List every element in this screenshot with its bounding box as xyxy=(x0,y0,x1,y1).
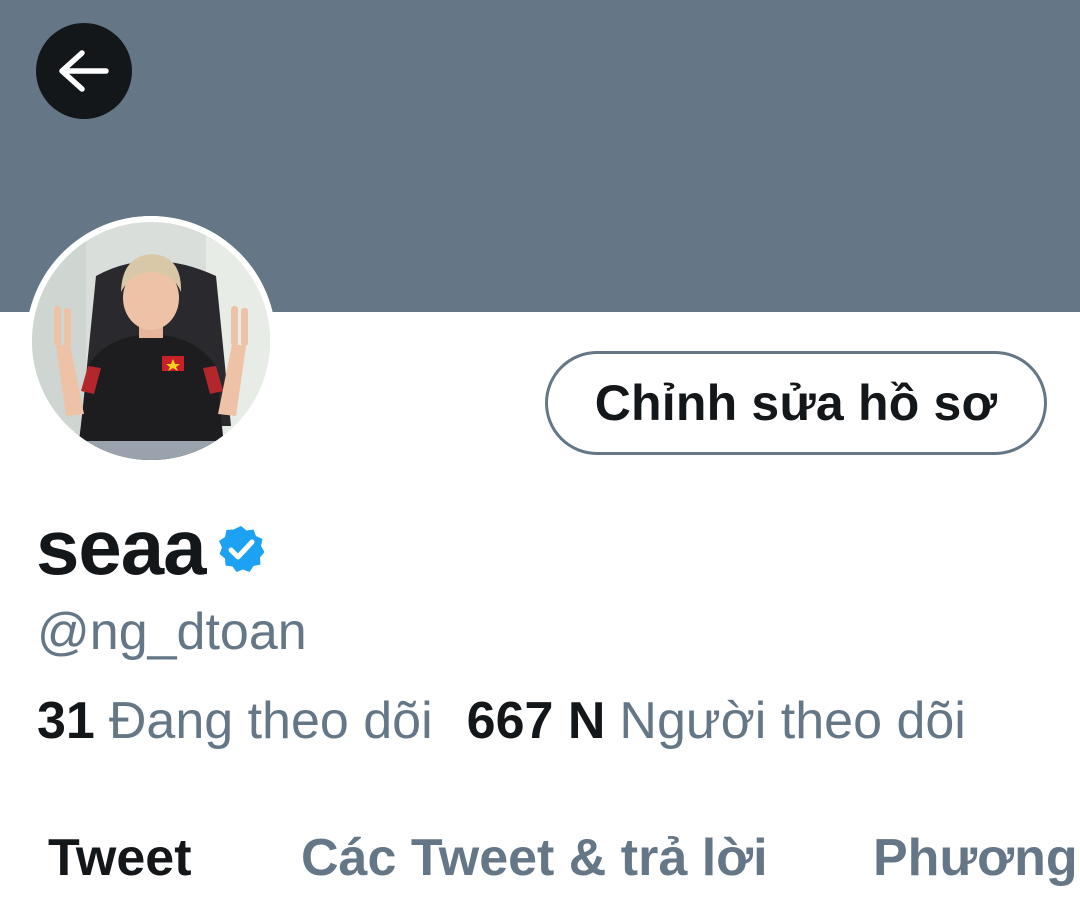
followers-count: 667 N xyxy=(466,692,606,750)
follow-stats: 31 Đang theo dõi 667 N Người theo dõi xyxy=(37,688,966,754)
display-name: seaa xyxy=(36,503,207,591)
avatar-photo xyxy=(26,216,276,466)
verified-badge-icon[interactable] xyxy=(216,524,266,574)
avatar[interactable] xyxy=(26,216,276,466)
tab-media[interactable]: Phương xyxy=(873,826,1078,890)
profile-tabs: Tweet Các Tweet & trả lời Phương xyxy=(0,820,1080,920)
back-button[interactable] xyxy=(36,23,132,119)
profile-screen: Chỉnh sửa hồ sơ seaa @ng_dtoan 31 Đang th… xyxy=(0,0,1080,920)
followers-label: Người theo dõi xyxy=(619,692,966,750)
name-row: seaa xyxy=(36,502,266,592)
edit-profile-button[interactable]: Chỉnh sửa hồ sơ xyxy=(545,351,1047,455)
edit-profile-label: Chỉnh sửa hồ sơ xyxy=(594,375,998,431)
tab-tweets[interactable]: Tweet xyxy=(48,826,192,890)
tab-tweets-and-replies[interactable]: Các Tweet & trả lời xyxy=(301,826,768,890)
following-stat[interactable]: 31 Đang theo dõi xyxy=(37,688,433,754)
followers-stat[interactable]: 667 N Người theo dõi xyxy=(467,688,966,754)
following-label: Đang theo dõi xyxy=(108,692,433,750)
user-handle: @ng_dtoan xyxy=(37,603,307,661)
arrow-left-icon xyxy=(59,50,109,92)
following-count: 31 xyxy=(37,692,95,750)
